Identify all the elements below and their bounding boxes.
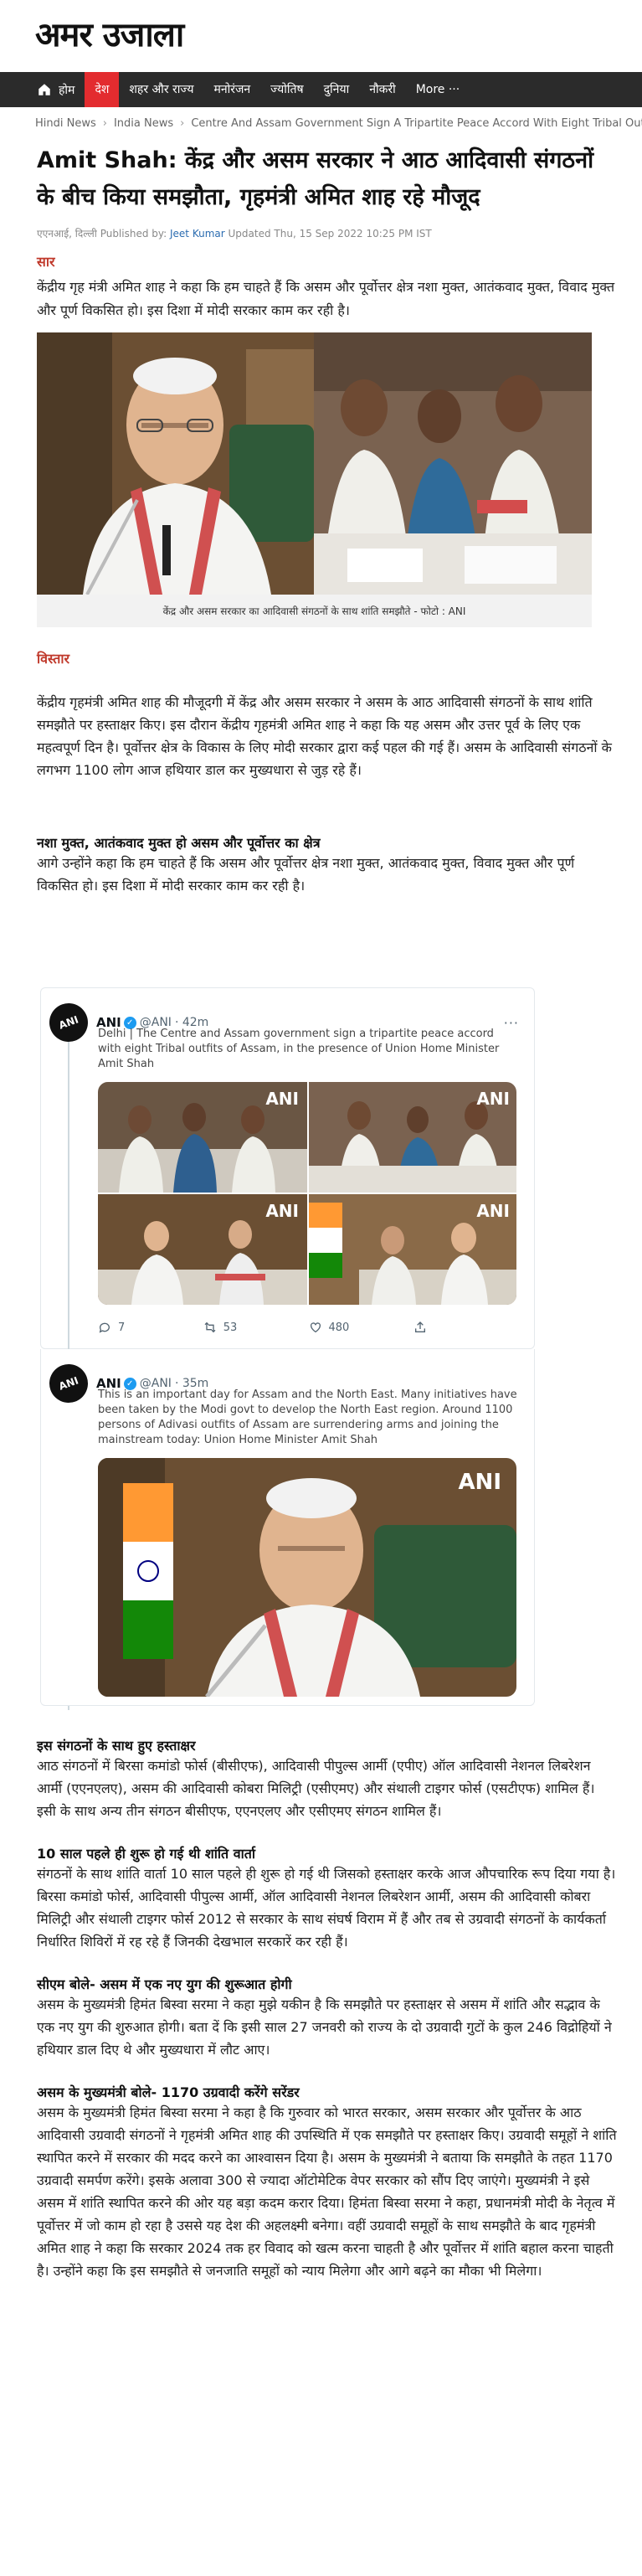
saar-label: सार bbox=[37, 254, 55, 270]
nav-item-world[interactable]: दुनिया bbox=[314, 72, 360, 107]
embedded-tweet[interactable]: ANI ANI ✓ @ANI · 42m ··· Delhi | The Cen… bbox=[40, 987, 535, 1710]
like-button[interactable]: 480 bbox=[309, 1321, 414, 1334]
like-count: 480 bbox=[328, 1321, 350, 1334]
hero-photo-left bbox=[37, 332, 314, 595]
breadcrumb-india-news[interactable]: India News bbox=[114, 117, 173, 130]
article-byline: एएनआई, दिल्ली Published by: Jeet Kumar U… bbox=[37, 226, 617, 240]
watermark-text: ANI bbox=[265, 1201, 299, 1221]
article-subheading: इस संगठनों के साथ हुए हस्ताक्षर bbox=[37, 1738, 196, 1754]
byline-place: एएनआई, दिल्ली bbox=[37, 228, 97, 240]
reply-icon bbox=[99, 1322, 110, 1333]
tweet-media-grid[interactable]: ANI ANI ANI ANI bbox=[98, 1082, 516, 1305]
nav-item-desh[interactable]: देश bbox=[85, 72, 120, 107]
avatar[interactable]: ANI bbox=[44, 1358, 94, 1409]
retweet-count: 53 bbox=[223, 1321, 238, 1334]
watermark-text: ANI bbox=[458, 1470, 501, 1495]
tweet-text: This is an important day for Assam and t… bbox=[98, 1388, 517, 1446]
breadcrumb-current: Centre And Assam Government Sign A Tripa… bbox=[191, 116, 642, 130]
share-button[interactable] bbox=[413, 1321, 519, 1334]
nav-item-city-state[interactable]: शहर और राज्य bbox=[119, 72, 203, 107]
reply-button[interactable]: 7 bbox=[98, 1321, 203, 1334]
nav-item-home[interactable]: होम bbox=[33, 72, 85, 107]
main-nav: होम देश शहर और राज्य मनोरंजन ज्योतिष दुन… bbox=[0, 72, 642, 107]
article-summary: केंद्रीय गृह मंत्री अमित शाह ने कहा कि ह… bbox=[37, 279, 615, 318]
nav-item-entertainment[interactable]: मनोरंजन bbox=[204, 72, 261, 107]
byline-updated: Updated Thu, 15 Sep 2022 10:25 PM IST bbox=[228, 228, 432, 240]
reply-count: 7 bbox=[118, 1321, 126, 1334]
breadcrumb-hindi-news[interactable]: Hindi News bbox=[35, 117, 96, 130]
watermark-text: ANI bbox=[476, 1201, 510, 1221]
more-options-icon[interactable]: ··· bbox=[504, 1015, 519, 1031]
tweet-actions: 7 53 480 bbox=[98, 1315, 519, 1340]
article-paragraph: आठ संगठनों में बिरसा कमांडो फोर्स (बीसीए… bbox=[37, 1758, 595, 1819]
article-paragraph: केंद्रीय गृहमंत्री अमित शाह की मौजूदगी म… bbox=[37, 694, 612, 778]
hero-caption: केंद्र और असम सरकार का आदिवासी संगठनों क… bbox=[37, 595, 592, 627]
article-subheading: नशा मुक्त, आतंकवाद मुक्त हो असम और पूर्व… bbox=[37, 835, 321, 851]
nav-item-jobs[interactable]: नौकरी bbox=[359, 72, 406, 107]
hero-photo-right bbox=[314, 332, 592, 595]
article-paragraph: असम के मुख्यमंत्री हिमंत बिस्वा सरमा ने … bbox=[37, 2105, 617, 2279]
tweet-photo[interactable]: ANI bbox=[98, 1082, 307, 1193]
tweet-photo[interactable]: ANI bbox=[98, 1458, 516, 1697]
embedded-tweet[interactable]: ANI ANI ✓ @ANI · 35m This is an importan… bbox=[40, 1349, 535, 1706]
breadcrumb-separator-icon: › bbox=[180, 116, 185, 130]
article-subheading: 10 साल पहले ही शुरू हो गई थी शांति वार्त… bbox=[37, 1846, 256, 1862]
article-paragraph: आगे उन्होंने कहा कि हम चाहते हैं कि असम … bbox=[37, 855, 575, 894]
watermark-text: ANI bbox=[476, 1089, 510, 1109]
home-icon bbox=[39, 84, 50, 95]
nav-item-astrology[interactable]: ज्योतिष bbox=[260, 72, 313, 107]
tweet-photo[interactable]: ANI bbox=[98, 1194, 307, 1305]
byline-author-link[interactable]: Jeet Kumar bbox=[170, 228, 225, 240]
nav-more-button[interactable]: More ··· bbox=[406, 72, 470, 107]
tweet-photo[interactable]: ANI bbox=[309, 1082, 516, 1193]
breadcrumb: Hindi News › India News › Centre And Ass… bbox=[0, 107, 642, 139]
avatar[interactable]: ANI bbox=[44, 997, 94, 1048]
article-hero-image[interactable] bbox=[37, 332, 592, 595]
byline-published-by: Published by: bbox=[100, 228, 167, 240]
logo-bar: अमर उजाला bbox=[0, 0, 642, 72]
tweet-photo[interactable]: ANI bbox=[309, 1194, 516, 1305]
tweet-text: Delhi | The Centre and Assam government … bbox=[98, 1028, 500, 1070]
article-subheading: असम के मुख्यमंत्री बोले- 1170 उग्रवादी क… bbox=[37, 2084, 300, 2100]
vistaar-label: विस्तार bbox=[37, 651, 70, 667]
article-subheading: सीएम बोले- असम में एक नए युग की शुरूआत ह… bbox=[37, 1976, 292, 1992]
nav-item-label: होम bbox=[59, 83, 75, 97]
article-paragraph: असम के मुख्यमंत्री हिमंत बिस्वा सरमा ने … bbox=[37, 1996, 612, 2058]
watermark-text: ANI bbox=[265, 1089, 299, 1109]
article-content: Amit Shah: केंद्र और असम सरकार ने आठ आदि… bbox=[0, 142, 642, 2282]
retweet-icon bbox=[204, 1321, 216, 1333]
retweet-button[interactable]: 53 bbox=[203, 1321, 309, 1334]
article-title: Amit Shah: केंद्र और असम सरकार ने आठ आदि… bbox=[37, 147, 594, 210]
share-icon bbox=[415, 1321, 426, 1332]
site-logo[interactable]: अमर उजाला bbox=[35, 15, 642, 55]
heart-icon bbox=[310, 1322, 321, 1333]
breadcrumb-separator-icon: › bbox=[102, 116, 107, 130]
article-paragraph: संगठनों के साथ शांति वार्ता 10 साल पहले … bbox=[37, 1866, 616, 1950]
